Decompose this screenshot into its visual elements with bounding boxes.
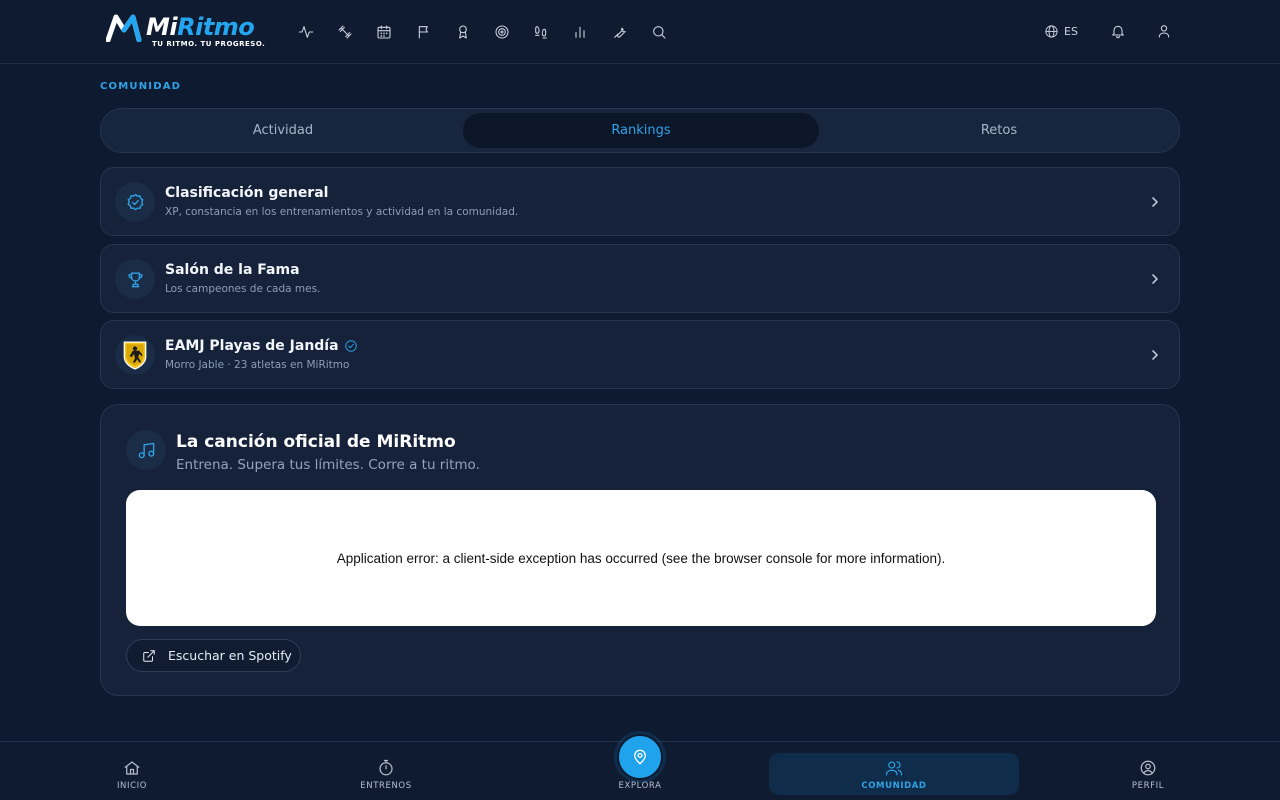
nav-label: COMUNIDAD	[861, 781, 927, 791]
music-note-icon	[126, 430, 166, 470]
community-tabs: Actividad Rankings Retos	[100, 108, 1180, 153]
logo-mark-icon	[106, 14, 142, 42]
search-icon[interactable]	[649, 22, 669, 42]
tab-rankings[interactable]: Rankings	[463, 113, 819, 148]
home-icon	[124, 761, 140, 775]
brand-name: MiRitmo	[146, 13, 255, 41]
user-circle-icon	[1140, 760, 1156, 776]
official-song-panel: La canción oficial de MiRitmo Entrena. S…	[100, 404, 1180, 696]
card-title: EAMJ Playas de Jandía	[165, 338, 358, 354]
flag-icon[interactable]	[414, 22, 434, 42]
nav-label: ENTRENOS	[360, 781, 412, 791]
nav-inicio[interactable]: INICIO	[72, 742, 192, 800]
chevron-right-icon	[1149, 271, 1161, 285]
bell-icon[interactable]	[1110, 23, 1128, 41]
club-crest	[115, 335, 155, 375]
chevron-right-icon	[1149, 194, 1161, 208]
spotify-button-label: Escuchar en Spotify	[168, 648, 292, 663]
brand-tagline: TU RITMO. TU PROGRESO.	[152, 40, 266, 48]
song-subtitle: Entrena. Supera tus límites. Corre a tu …	[176, 457, 480, 473]
nav-comunidad[interactable]: COMUNIDAD	[834, 742, 954, 800]
song-title: La canción oficial de MiRitmo	[176, 432, 456, 452]
dumbbell-icon[interactable]	[335, 22, 355, 42]
nav-explora-button[interactable]	[617, 734, 663, 780]
ranking-card-general[interactable]: Clasificación general XP, constancia en …	[100, 167, 1180, 236]
section-label: COMUNIDAD	[100, 81, 182, 92]
user-icon[interactable]	[1156, 23, 1174, 41]
player-error-message: Application error: a client-side excepti…	[336, 550, 946, 566]
activity-icon[interactable]	[296, 22, 316, 42]
embedded-player[interactable]: Application error: a client-side excepti…	[126, 490, 1156, 626]
wrench-icon[interactable]	[610, 22, 630, 42]
badge-check-icon	[115, 182, 155, 222]
target-icon[interactable]	[492, 22, 512, 42]
footprints-icon[interactable]	[531, 22, 551, 42]
language-code: ES	[1064, 25, 1078, 38]
users-icon	[885, 761, 903, 776]
stopwatch-icon	[379, 759, 393, 776]
nav-label: INICIO	[116, 781, 148, 791]
calendar-icon[interactable]	[374, 22, 394, 42]
miritmo-logo[interactable]: MiRitmo TU RITMO. TU PROGRESO.	[106, 13, 266, 51]
tab-actividad[interactable]: Actividad	[105, 113, 461, 148]
award-icon[interactable]	[453, 22, 473, 42]
external-link-icon	[143, 649, 155, 662]
nav-label-explora: EXPLORA	[618, 781, 662, 791]
card-subtitle: Morro Jable · 23 atletas en MiRitmo	[165, 359, 350, 371]
card-subtitle: Los campeones de cada mes.	[165, 283, 321, 295]
nav-perfil[interactable]: PERFIL	[1088, 742, 1208, 800]
map-pin-icon	[634, 749, 646, 765]
bar-chart-icon[interactable]	[570, 22, 590, 42]
card-title: Salón de la Fama	[165, 262, 300, 278]
card-title: Clasificación general	[165, 185, 329, 201]
ranking-card-club[interactable]: EAMJ Playas de Jandía Morro Jable · 23 a…	[100, 320, 1180, 389]
language-selector[interactable]: ES	[1044, 24, 1078, 39]
nav-entrenos[interactable]: ENTRENOS	[326, 742, 446, 800]
tab-retos[interactable]: Retos	[821, 113, 1177, 148]
card-subtitle: XP, constancia en los entrenamientos y a…	[165, 206, 519, 218]
verified-icon	[344, 339, 358, 353]
globe-icon	[1045, 25, 1058, 38]
club-name: EAMJ Playas de Jandía	[165, 338, 339, 354]
header-nav	[296, 22, 688, 42]
nav-label: PERFIL	[1131, 781, 1165, 791]
trophy-icon	[115, 259, 155, 299]
chevron-right-icon	[1149, 347, 1161, 361]
ranking-card-hall-of-fame[interactable]: Salón de la Fama Los campeones de cada m…	[100, 244, 1180, 313]
top-header: MiRitmo TU RITMO. TU PROGRESO. ES	[0, 0, 1280, 64]
spotify-button[interactable]: Escuchar en Spotify	[126, 639, 301, 672]
